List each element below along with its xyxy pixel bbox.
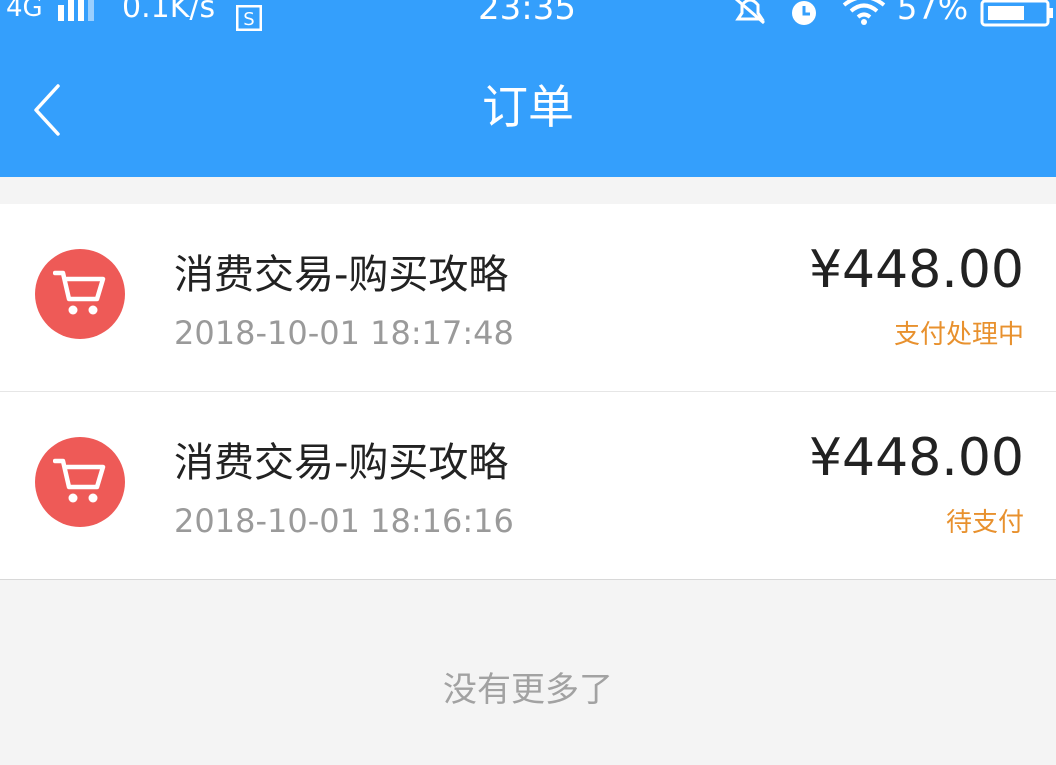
network-speed: 0.1K/s (122, 0, 216, 25)
shopping-cart-icon (53, 458, 106, 503)
order-time: 2018-10-01 18:17:48 (174, 314, 514, 352)
battery-icon (980, 0, 1054, 38)
order-status: 待支付 (945, 508, 1024, 538)
alarm-clock-icon (788, 0, 820, 38)
order-title: 消费交易-购买攻略 (174, 252, 509, 298)
signal-icon (56, 0, 100, 32)
battery-level: 57% (897, 0, 969, 27)
bell-off-icon (732, 0, 768, 36)
status-time: 23:35 (478, 0, 576, 28)
wifi-icon (842, 0, 886, 36)
no-more-text: 没有更多了 (443, 670, 613, 710)
shopping-cart-icon (53, 270, 106, 315)
cart-badge (35, 437, 125, 527)
network-type: 4G (6, 0, 43, 23)
status-bar: 4G 0.1K/s S 23:35 57% (0, 0, 1056, 32)
app-header: 4G 0.1K/s S 23:35 57% 订单 (0, 0, 1056, 177)
svg-text:S: S (243, 9, 254, 30)
order-item[interactable]: 消费交易-购买攻略 2018-10-01 18:16:16 ¥448.00 待支… (0, 392, 1056, 580)
cart-badge (35, 249, 125, 339)
order-title: 消费交易-购买攻略 (174, 440, 509, 486)
order-time: 2018-10-01 18:16:16 (174, 502, 514, 540)
order-list: 消费交易-购买攻略 2018-10-01 18:17:48 ¥448.00 支付… (0, 204, 1056, 580)
order-amount: ¥448.00 (808, 240, 1024, 300)
order-amount: ¥448.00 (808, 428, 1024, 488)
storage-icon: S (235, 0, 263, 42)
order-status: 支付处理中 (893, 320, 1024, 350)
page-title: 订单 (482, 80, 574, 134)
order-item[interactable]: 消费交易-购买攻略 2018-10-01 18:17:48 ¥448.00 支付… (0, 204, 1056, 392)
